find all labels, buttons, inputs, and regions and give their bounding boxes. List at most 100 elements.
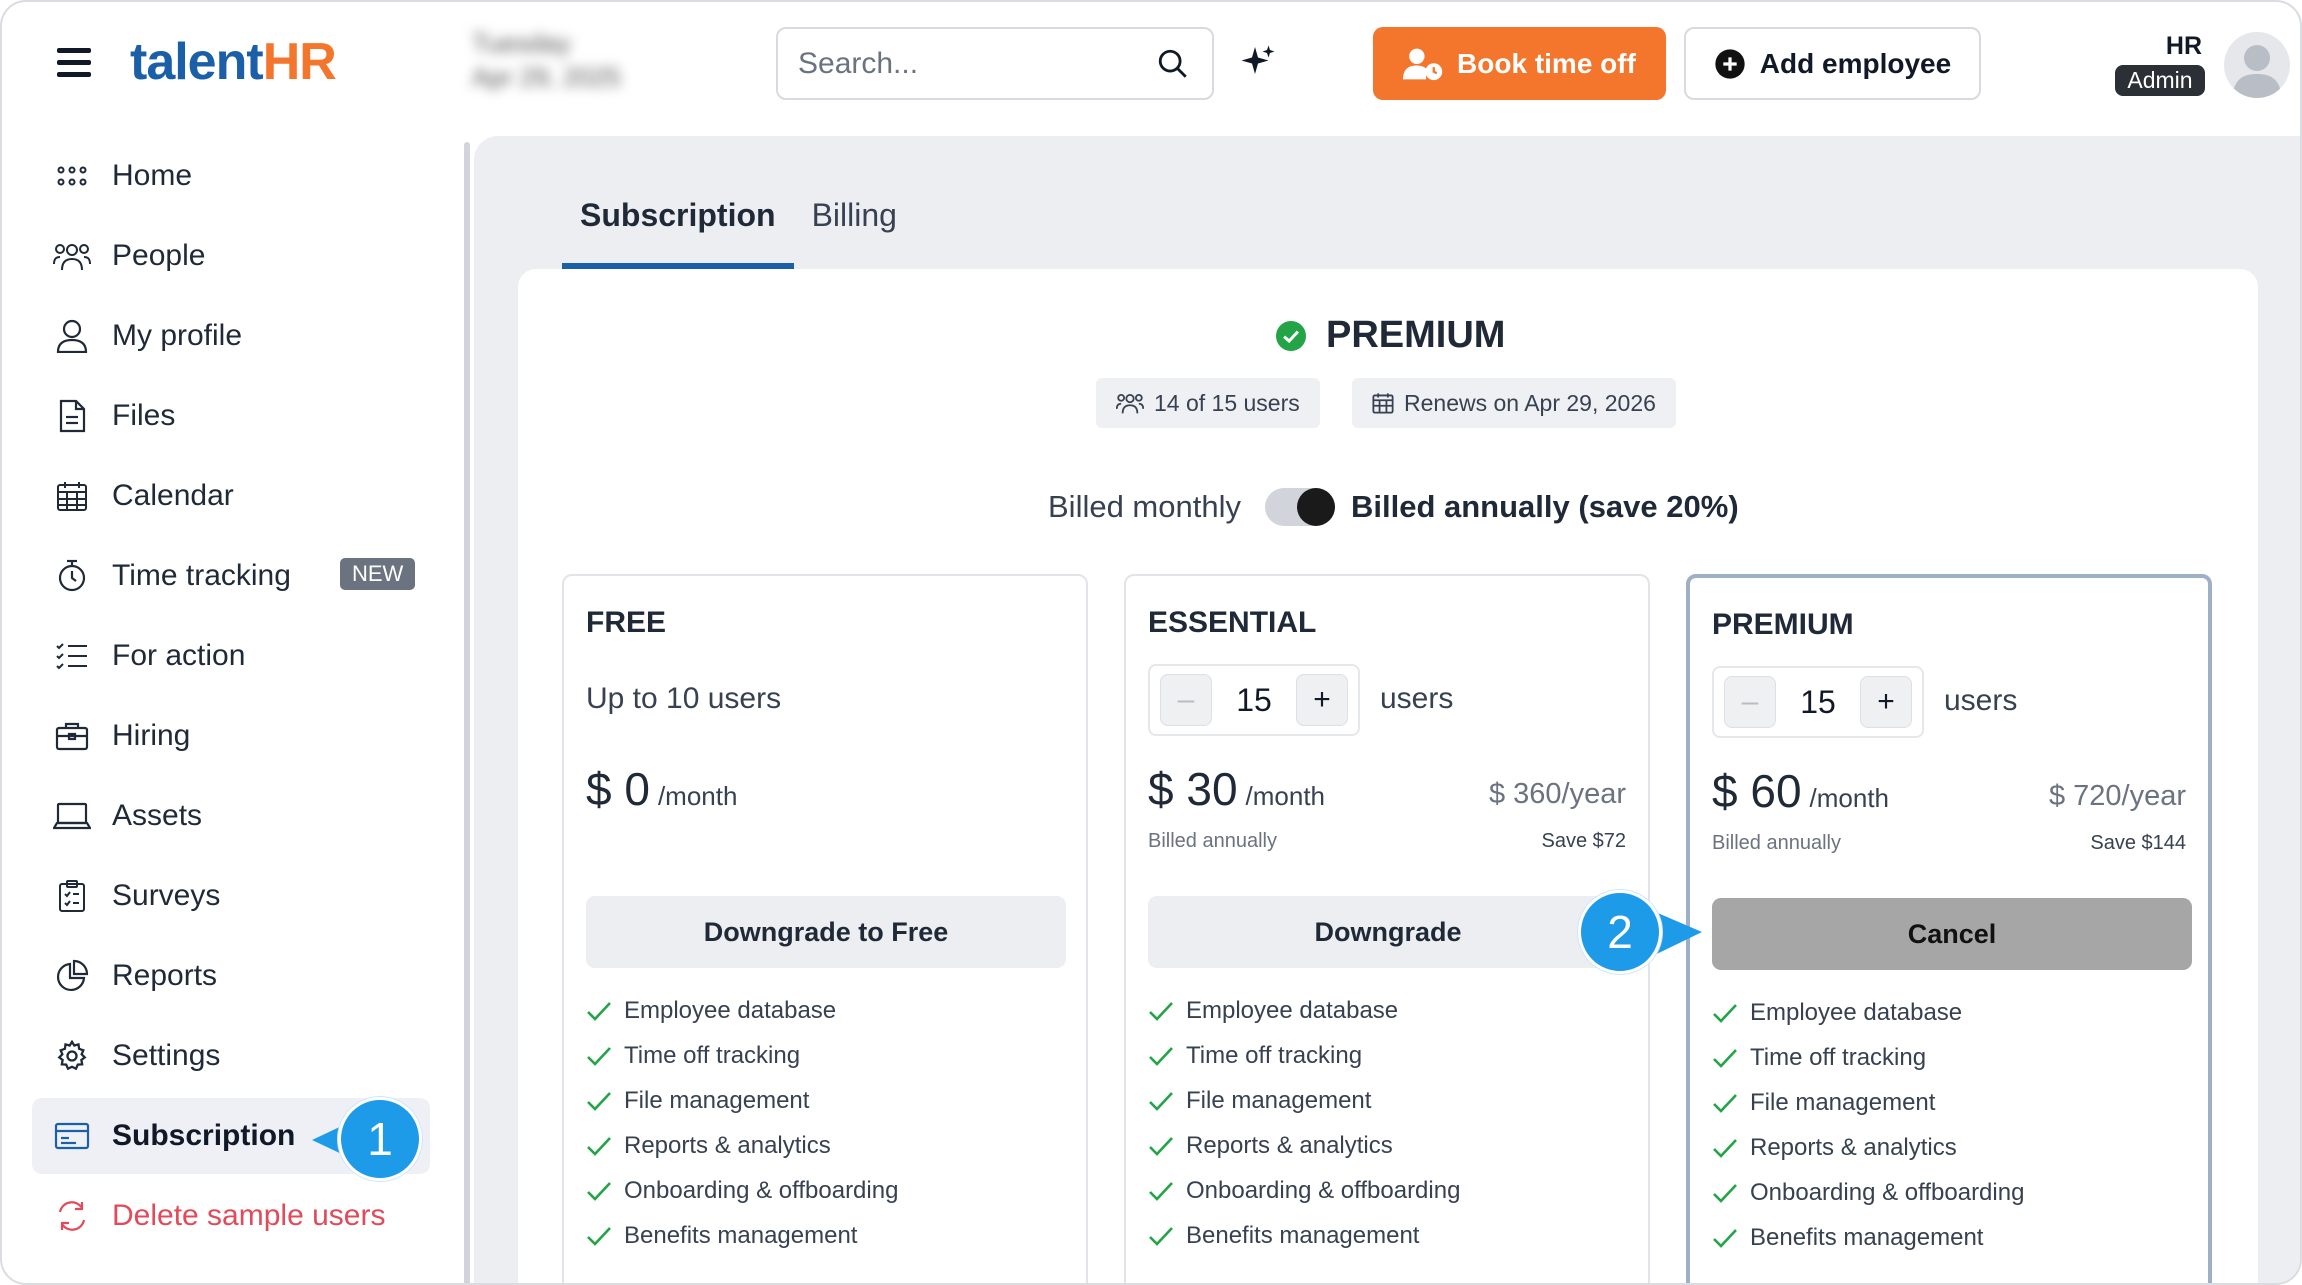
feature-item: Onboarding & offboarding [1148, 1168, 1460, 1213]
renewal-chip: Renews on Apr 29, 2026 [1352, 378, 1676, 428]
feature-item: Time off tracking [1712, 1035, 2024, 1080]
avatar[interactable] [2224, 32, 2290, 98]
feature-item: Employee database [1712, 990, 2024, 1035]
plan-price: $ 30 /month [1148, 763, 1326, 815]
downgrade-to-free-button[interactable]: Downgrade to Free [586, 896, 1066, 968]
sidebar-scrollbar[interactable] [464, 142, 470, 1283]
user-count-stepper: – 15 + [1712, 666, 1924, 738]
feature-item: Reports & analytics [1712, 1125, 2024, 1170]
plan-card-essential: ESSENTIAL – 15 + users $ 30 /month $ 360… [1124, 574, 1650, 1283]
feature-item: File management [586, 1078, 898, 1123]
menu-icon[interactable] [57, 48, 91, 77]
sidebar-item-my-profile[interactable]: My profile [32, 298, 430, 374]
check-icon [1713, 1228, 1737, 1248]
feature-item: File management [1712, 1080, 2024, 1125]
sidebar-item-settings[interactable]: Settings [32, 1018, 430, 1094]
sidebar-item-time-tracking[interactable]: Time tracking NEW [32, 538, 430, 614]
briefcase-icon [52, 716, 92, 756]
feature-item: Onboarding & offboarding [586, 1168, 898, 1213]
sidebar-item-assets[interactable]: Assets [32, 778, 430, 854]
feature-item: Benefits management [1712, 1215, 2024, 1260]
sparkle-icon[interactable] [1240, 44, 1276, 80]
grid-icon [52, 156, 92, 196]
user-count-stepper: – 15 + [1148, 664, 1360, 736]
laptop-icon [52, 796, 92, 836]
cancel-subscription-button[interactable]: Cancel [1712, 898, 2192, 970]
check-icon [1713, 1093, 1737, 1113]
sidebar-item-calendar[interactable]: Calendar [32, 458, 430, 534]
app-window: talentHR Tuesday Apr 29, 2025 Book time … [0, 0, 2302, 1285]
sidebar-item-reports[interactable]: Reports [32, 938, 430, 1014]
billed-annually-label[interactable]: Billed annually (save 20%) [1351, 489, 1739, 525]
check-icon [587, 1136, 611, 1156]
checklist-icon [52, 636, 92, 676]
feature-item: File management [1148, 1078, 1460, 1123]
callout-badge-2: 2 [1578, 890, 1662, 974]
sidebar-item-people[interactable]: People [32, 218, 430, 294]
card-icon [52, 1116, 92, 1156]
check-icon [587, 1001, 611, 1021]
billing-period-toggle[interactable] [1264, 488, 1335, 526]
search-input[interactable] [798, 47, 1128, 81]
feature-list: Employee database Time off tracking File m… [1148, 988, 1460, 1258]
tab-billing[interactable]: Billing [794, 197, 915, 269]
check-icon [1149, 1091, 1173, 1111]
user-silhouette-icon [2232, 45, 2282, 98]
clipboard-icon [52, 876, 92, 916]
check-icon [1149, 1136, 1173, 1156]
downgrade-button[interactable]: Downgrade [1148, 896, 1628, 968]
users-count-chip: 14 of 15 users [1096, 378, 1320, 428]
decrement-button[interactable]: – [1724, 676, 1776, 728]
check-icon [587, 1046, 611, 1066]
people-icon [52, 236, 92, 276]
plan-card-free: FREE Up to 10 users $ 0 /month Downgrade… [562, 574, 1088, 1283]
calendar-icon [52, 476, 92, 516]
sidebar-item-files[interactable]: Files [32, 378, 430, 454]
subscription-tabs: Subscription Billing [562, 197, 915, 269]
check-icon [1149, 1046, 1173, 1066]
search-icon[interactable] [1156, 47, 1190, 81]
people-icon [1116, 394, 1144, 414]
check-circle-icon [1276, 320, 1306, 351]
refresh-icon [52, 1196, 92, 1236]
plan-price: $ 60 /month [1712, 765, 1890, 817]
plus-circle-icon [1715, 48, 1745, 79]
check-icon [587, 1226, 611, 1246]
check-icon [587, 1181, 611, 1201]
sidebar-item-surveys[interactable]: Surveys [32, 858, 430, 934]
role-badge: Admin [2115, 65, 2205, 96]
tab-subscription[interactable]: Subscription [562, 197, 794, 269]
feature-item: Reports & analytics [586, 1123, 898, 1168]
search-box[interactable] [776, 27, 1214, 100]
file-icon [52, 396, 92, 436]
user-role[interactable]: HR Admin [2112, 32, 2208, 96]
feature-item: Benefits management [586, 1213, 898, 1258]
check-icon [1713, 1138, 1737, 1158]
current-plan-title: PREMIUM [1276, 314, 1505, 357]
feature-item: Employee database [1148, 988, 1460, 1033]
plan-card-premium: PREMIUM – 15 + users $ 60 /month $ 720/y… [1686, 574, 2212, 1283]
sidebar-item-hiring[interactable]: Hiring [32, 698, 430, 774]
new-badge: NEW [340, 558, 416, 590]
sidebar-item-delete-sample-users[interactable]: Delete sample users [32, 1178, 430, 1254]
top-header: talentHR Tuesday Apr 29, 2025 Book time … [2, 2, 2300, 132]
add-employee-button[interactable]: Add employee [1684, 27, 1981, 100]
feature-item: Reports & analytics [1148, 1123, 1460, 1168]
check-icon [1149, 1181, 1173, 1201]
sidebar-item-for-action[interactable]: For action [32, 618, 430, 694]
increment-button[interactable]: + [1860, 676, 1912, 728]
feature-item: Onboarding & offboarding [1712, 1170, 2024, 1215]
book-time-off-button[interactable]: Book time off [1373, 27, 1666, 100]
talenthr-logo[interactable]: talentHR [130, 32, 337, 92]
feature-list: Employee database Time off tracking File m… [586, 988, 898, 1258]
billed-monthly-label[interactable]: Billed monthly [1048, 489, 1241, 525]
feature-item: Employee database [586, 988, 898, 1033]
plan-price: $ 0 /month [586, 763, 738, 815]
increment-button[interactable]: + [1296, 674, 1348, 726]
decrement-button[interactable]: – [1160, 674, 1212, 726]
check-icon [1713, 1183, 1737, 1203]
sidebar-item-home[interactable]: Home [32, 138, 430, 214]
feature-item: Time off tracking [1148, 1033, 1460, 1078]
check-icon [1713, 1003, 1737, 1023]
check-icon [1149, 1001, 1173, 1021]
